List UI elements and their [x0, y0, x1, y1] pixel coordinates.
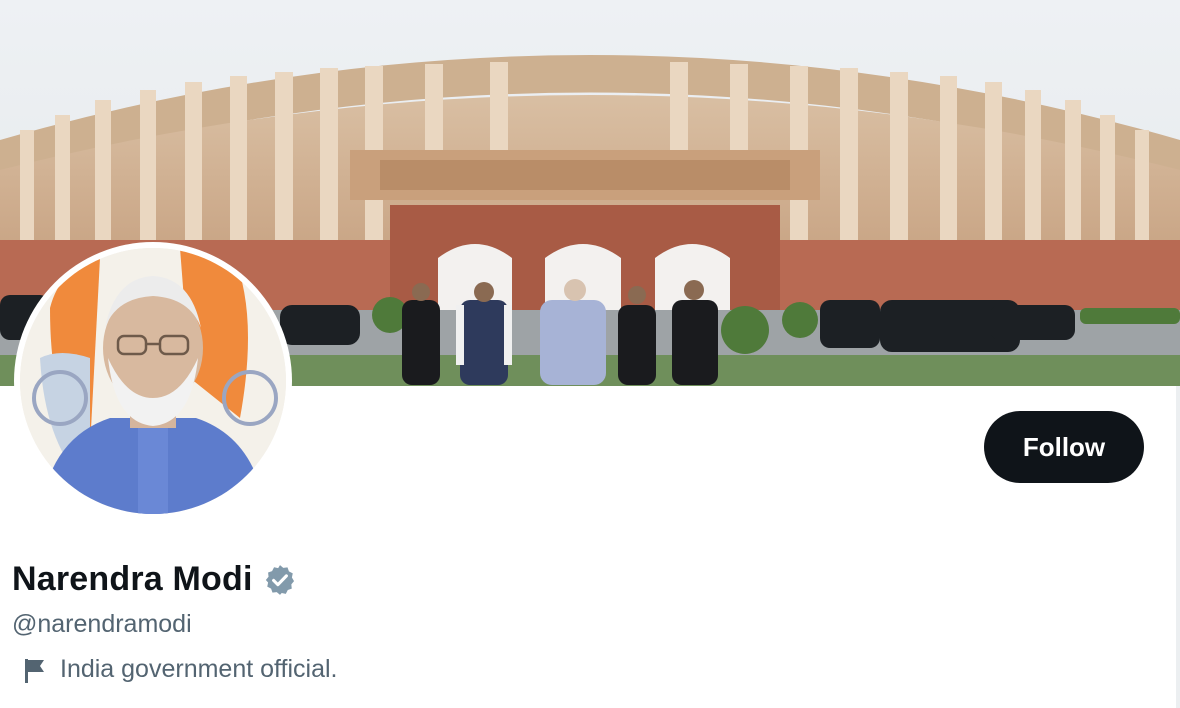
follow-button[interactable]: Follow [984, 411, 1144, 483]
flag-icon [22, 656, 48, 684]
profile-avatar[interactable] [14, 242, 292, 520]
profile-name-row: Narendra Modi [12, 560, 297, 599]
category-label: India government official. [60, 655, 338, 683]
avatar-photo [20, 248, 286, 514]
verified-badge-icon[interactable] [263, 563, 297, 597]
page-edge-divider [1176, 386, 1180, 708]
profile-handle: @narendramodi [12, 610, 192, 638]
profile-category: India government official. [22, 655, 337, 684]
display-name: Narendra Modi [12, 560, 253, 598]
